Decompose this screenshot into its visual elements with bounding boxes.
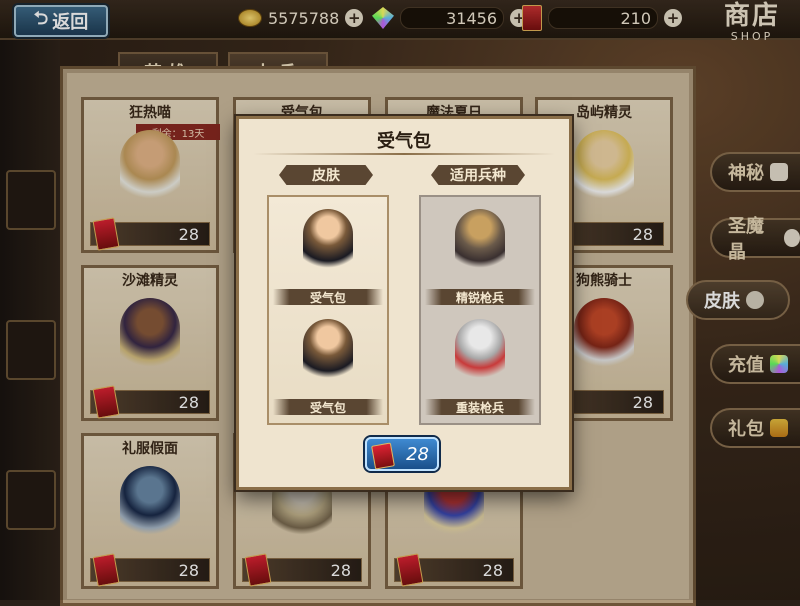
- character-figure: [455, 319, 505, 393]
- unit-preview: 精锐枪兵: [425, 205, 535, 305]
- character-figure: [455, 209, 505, 283]
- buy-button[interactable]: 28: [365, 437, 439, 471]
- skin-name: 受气包: [273, 289, 383, 305]
- card-ticket-icon: [371, 442, 395, 469]
- character-figure: [303, 209, 353, 283]
- buy-price: 28: [406, 444, 429, 465]
- dialog-title: 受气包: [239, 127, 569, 153]
- units-section-label: 适用兵种: [431, 165, 525, 185]
- skin-preview-panel: 受气包 受气包: [267, 195, 389, 425]
- unit-name: 重装枪兵: [425, 399, 535, 415]
- character-figure: [303, 319, 353, 393]
- skin-section-label: 皮肤: [279, 165, 373, 185]
- unit-preview: 重装枪兵: [425, 315, 535, 415]
- units-panel: 精锐枪兵 重装枪兵: [419, 195, 541, 425]
- skin-name: 受气包: [273, 399, 383, 415]
- skin-detail-dialog: 受气包 皮肤 适用兵种 受气包 受气包 精锐枪兵 重装枪兵 28: [236, 116, 572, 490]
- skin-preview: 受气包: [273, 315, 383, 415]
- skin-preview: 受气包: [273, 205, 383, 305]
- title-divider: [253, 153, 555, 155]
- unit-name: 精锐枪兵: [425, 289, 535, 305]
